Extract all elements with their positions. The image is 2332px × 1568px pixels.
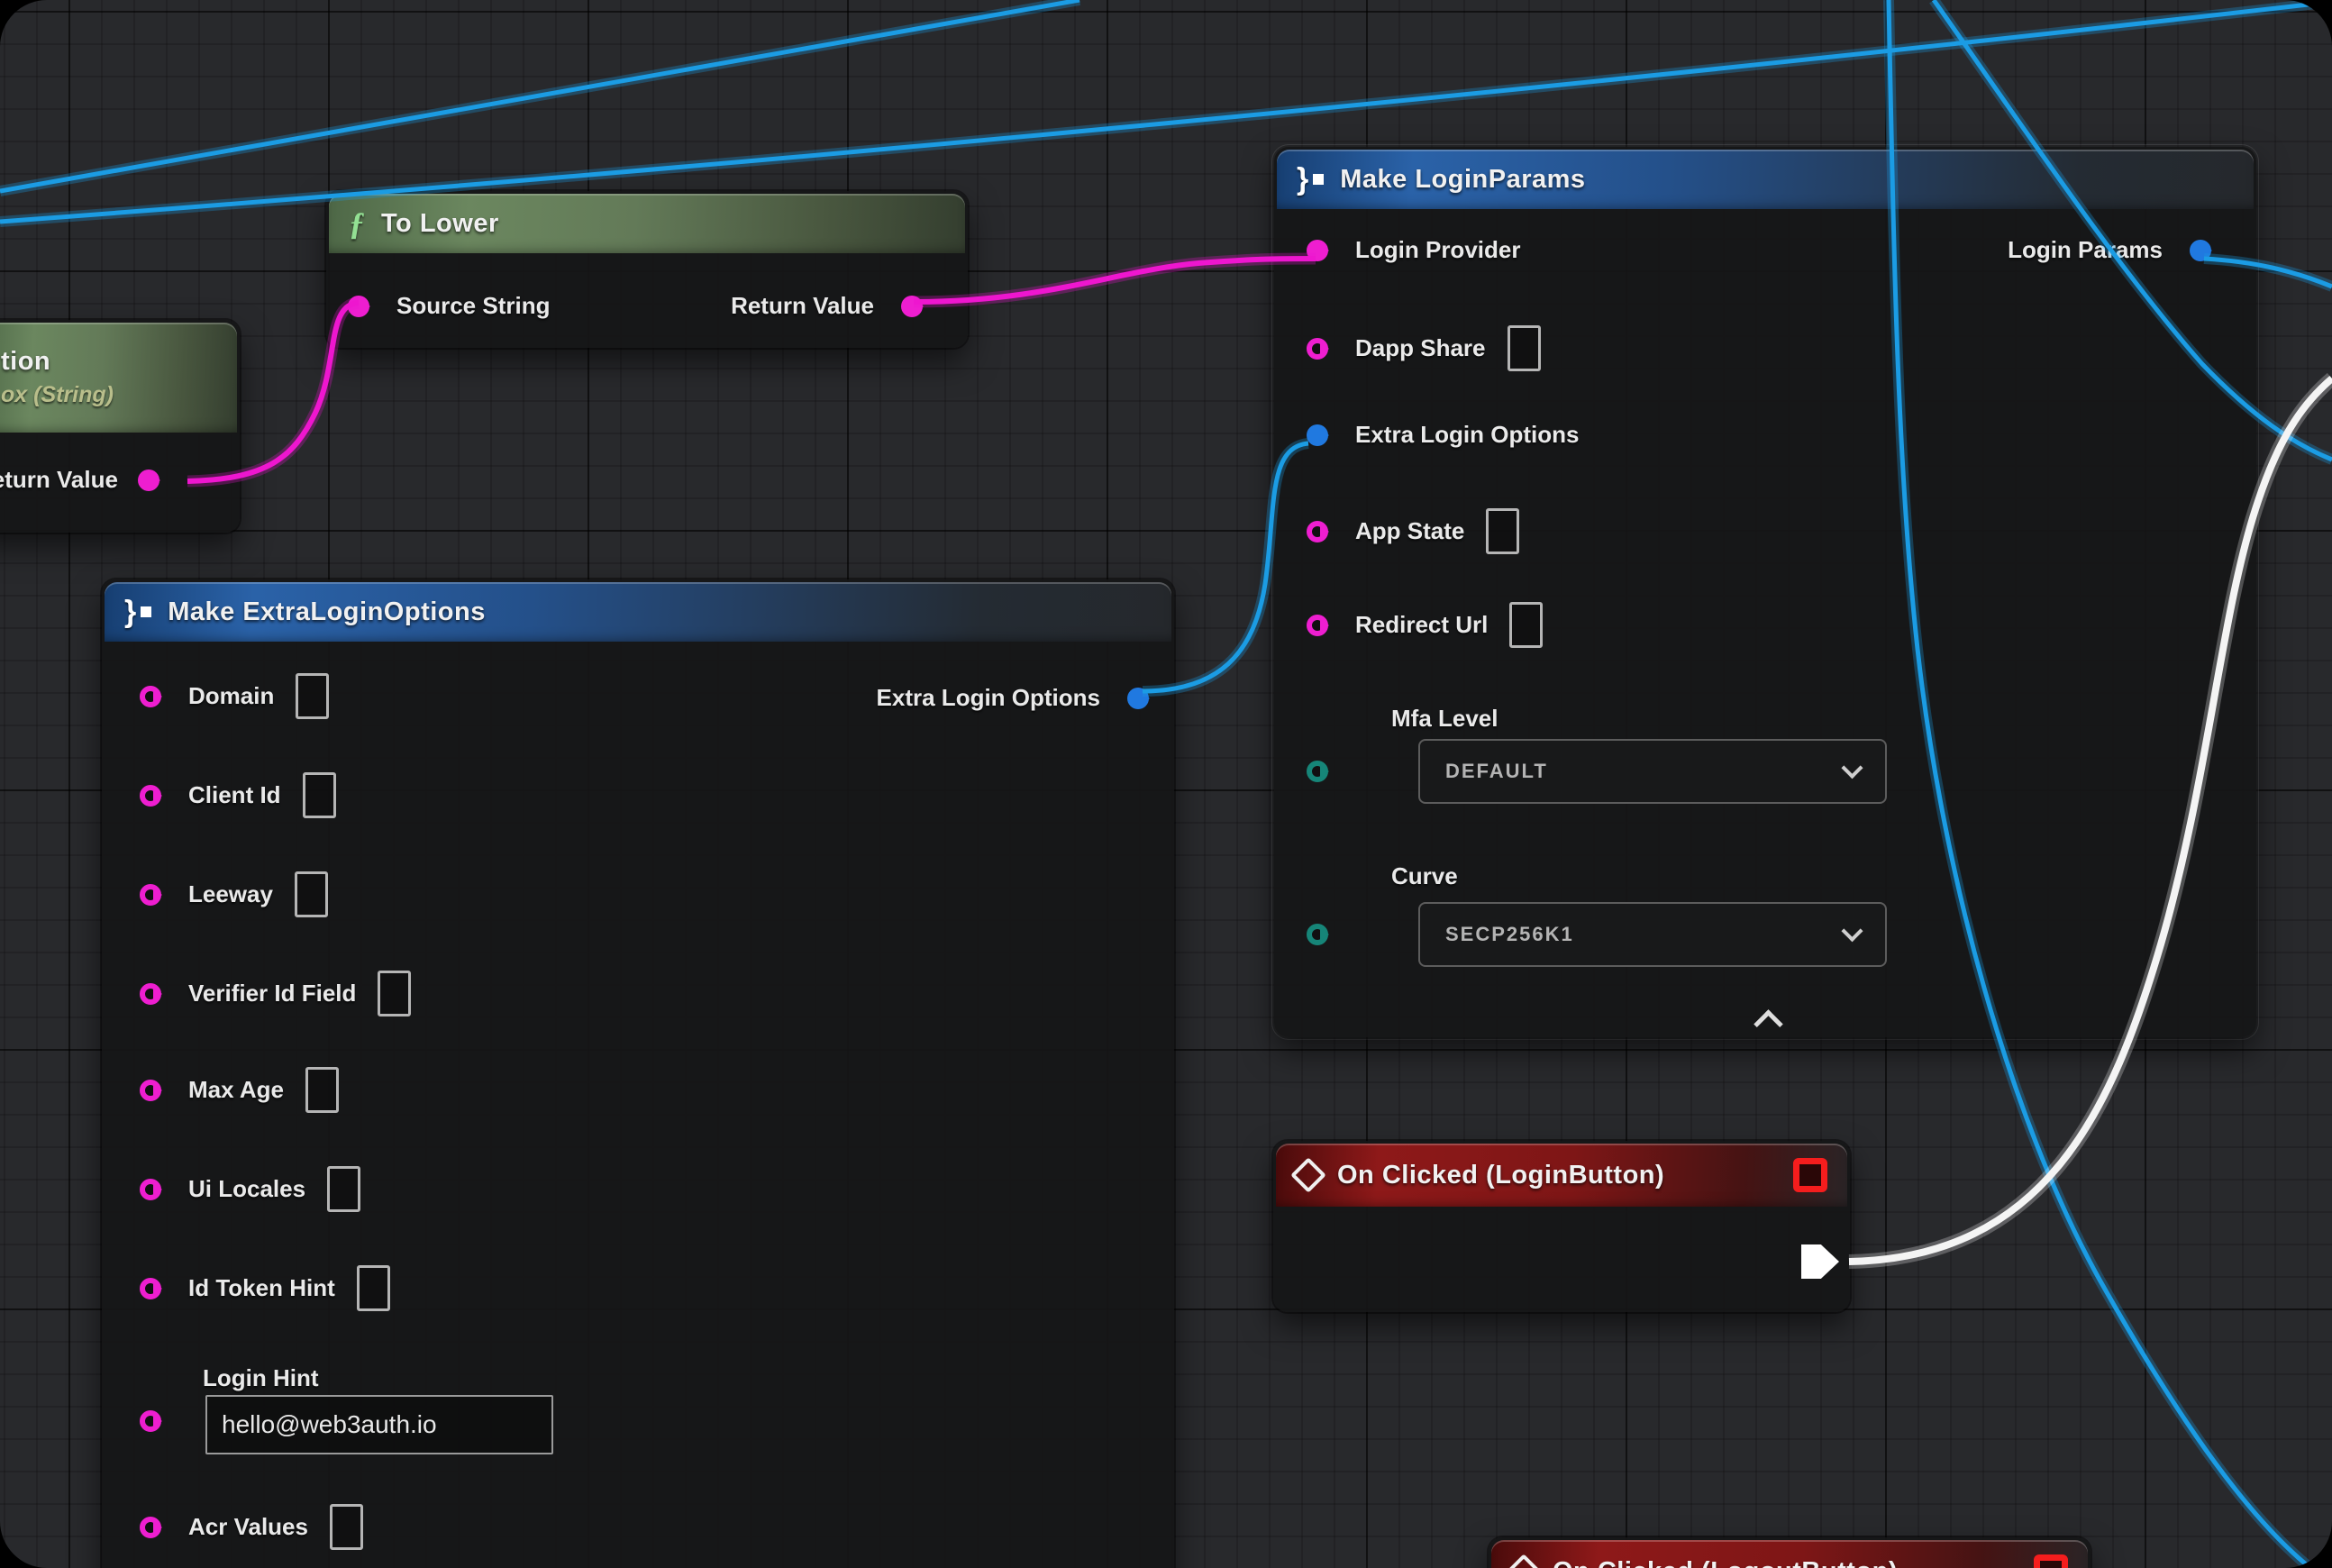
- source-string-label: Source String: [396, 292, 550, 320]
- wire-blue-crossing-1[interactable]: [0, 0, 1079, 191]
- node-header[interactable]: } Make LoginParams: [1277, 150, 2254, 209]
- node-header[interactable]: ƒ To Lower: [329, 194, 965, 253]
- string-output-pin[interactable]: [138, 469, 159, 491]
- ui-locales-checkbox[interactable]: [327, 1166, 360, 1212]
- acr-values-checkbox[interactable]: [330, 1504, 363, 1550]
- acr-values-pin[interactable]: [140, 1517, 161, 1538]
- id-token-hint-label: Id Token Hint: [188, 1274, 335, 1302]
- leeway-checkbox[interactable]: [295, 871, 328, 917]
- extra-login-options-label: Extra Login Options: [1355, 421, 1579, 449]
- source-string-pin[interactable]: [348, 296, 369, 317]
- domain-checkbox[interactable]: [296, 673, 329, 719]
- login-provider-label: Login Provider: [1355, 236, 1520, 264]
- verifier-id-field-checkbox[interactable]: [378, 971, 411, 1016]
- delegate-pin[interactable]: [1793, 1158, 1827, 1192]
- max-age-checkbox[interactable]: [305, 1067, 339, 1113]
- login-provider-pin[interactable]: [1307, 240, 1328, 261]
- id-token-hint-pin[interactable]: [140, 1278, 161, 1299]
- login-hint-label: Login Hint: [203, 1364, 319, 1392]
- make-struct-icon: }: [1297, 162, 1324, 197]
- node-make-extra-login-options[interactable]: } Make ExtraLoginOptions Domain Extra Lo…: [102, 579, 1174, 1568]
- node-title: Make LoginParams: [1340, 165, 1585, 195]
- event-icon: [1290, 1157, 1326, 1193]
- node-title-fragment: tion: [1, 347, 50, 377]
- event-icon: [1506, 1554, 1542, 1568]
- node-header[interactable]: } Make ExtraLoginOptions: [105, 582, 1171, 642]
- app-state-label: App State: [1355, 517, 1464, 545]
- extra-login-options-output-label: Extra Login Options: [877, 684, 1100, 712]
- node-title: Make ExtraLoginOptions: [168, 597, 486, 627]
- extra-login-options-output-pin[interactable]: [1127, 688, 1149, 709]
- wire-to-lower-to-login-provider[interactable]: [914, 259, 1316, 302]
- make-struct-icon: }: [124, 595, 151, 630]
- node-to-lower[interactable]: ƒ To Lower Source String Return Value: [326, 191, 968, 348]
- node-on-clicked-logout-button[interactable]: On Clicked (LogoutButton): [1489, 1537, 2091, 1568]
- node-on-clicked-login-button[interactable]: On Clicked (LoginButton): [1273, 1141, 1850, 1312]
- return-value-label: Return Value: [0, 466, 118, 494]
- curve-dropdown[interactable]: SECP256K1: [1418, 902, 1887, 967]
- chevron-down-icon: [1841, 920, 1863, 942]
- node-title: To Lower: [381, 209, 499, 239]
- login-params-output-pin[interactable]: [2190, 240, 2211, 261]
- delegate-pin[interactable]: [2034, 1554, 2068, 1568]
- node-header[interactable]: On Clicked (LogoutButton): [1491, 1540, 2088, 1568]
- domain-label: Domain: [188, 682, 274, 710]
- id-token-hint-checkbox[interactable]: [357, 1265, 390, 1311]
- mfa-level-pin[interactable]: [1307, 761, 1328, 782]
- redirect-url-pin[interactable]: [1307, 615, 1328, 636]
- return-value-label: Return Value: [731, 292, 874, 320]
- leeway-label: Leeway: [188, 880, 273, 908]
- node-header[interactable]: tion ox (String): [0, 323, 237, 433]
- ui-locales-label: Ui Locales: [188, 1175, 305, 1203]
- max-age-pin[interactable]: [140, 1080, 161, 1101]
- node-make-login-params[interactable]: } Make LoginParams Login Provider Login …: [1274, 147, 2256, 1037]
- node-truncated-function[interactable]: tion ox (String) Return Value: [0, 320, 240, 533]
- login-hint-pin[interactable]: [140, 1410, 161, 1432]
- login-hint-input[interactable]: [205, 1395, 553, 1454]
- verifier-id-field-label: Verifier Id Field: [188, 980, 356, 1007]
- node-header[interactable]: On Clicked (LoginButton): [1276, 1144, 1847, 1207]
- redirect-url-checkbox[interactable]: [1509, 602, 1543, 648]
- mfa-level-value: DEFAULT: [1445, 760, 1548, 783]
- node-subtitle-fragment: ox (String): [1, 382, 114, 408]
- login-params-output-label: Login Params: [2008, 236, 2163, 264]
- domain-pin[interactable]: [140, 686, 161, 707]
- client-id-pin[interactable]: [140, 785, 161, 807]
- verifier-id-field-pin[interactable]: [140, 983, 161, 1005]
- mfa-level-dropdown[interactable]: DEFAULT: [1418, 739, 1887, 804]
- exec-output-pin[interactable]: [1801, 1244, 1839, 1279]
- max-age-label: Max Age: [188, 1076, 284, 1104]
- node-title: On Clicked (LoginButton): [1337, 1161, 1664, 1190]
- ui-locales-pin[interactable]: [140, 1179, 161, 1200]
- dapp-share-label: Dapp Share: [1355, 334, 1486, 362]
- curve-label: Curve: [1391, 862, 1458, 890]
- dapp-share-pin[interactable]: [1307, 338, 1328, 360]
- leeway-pin[interactable]: [140, 884, 161, 906]
- return-value-pin[interactable]: [901, 296, 923, 317]
- dapp-share-checkbox[interactable]: [1508, 325, 1541, 371]
- function-icon: ƒ: [349, 205, 365, 242]
- curve-value: SECP256K1: [1445, 923, 1574, 946]
- redirect-url-label: Redirect Url: [1355, 611, 1488, 639]
- mfa-level-label: Mfa Level: [1391, 705, 1498, 733]
- app-state-pin[interactable]: [1307, 521, 1328, 542]
- curve-pin[interactable]: [1307, 924, 1328, 945]
- client-id-label: Client Id: [188, 781, 281, 809]
- node-title: On Clicked (LogoutButton): [1553, 1557, 1898, 1568]
- collapse-node-button[interactable]: [1754, 1009, 1783, 1039]
- blueprint-graph-canvas[interactable]: tion ox (String) Return Value ƒ To Lower…: [0, 0, 2332, 1568]
- client-id-checkbox[interactable]: [303, 772, 336, 818]
- chevron-down-icon: [1841, 757, 1863, 779]
- acr-values-label: Acr Values: [188, 1513, 308, 1541]
- app-state-checkbox[interactable]: [1486, 508, 1519, 554]
- extra-login-options-input-pin[interactable]: [1307, 424, 1328, 446]
